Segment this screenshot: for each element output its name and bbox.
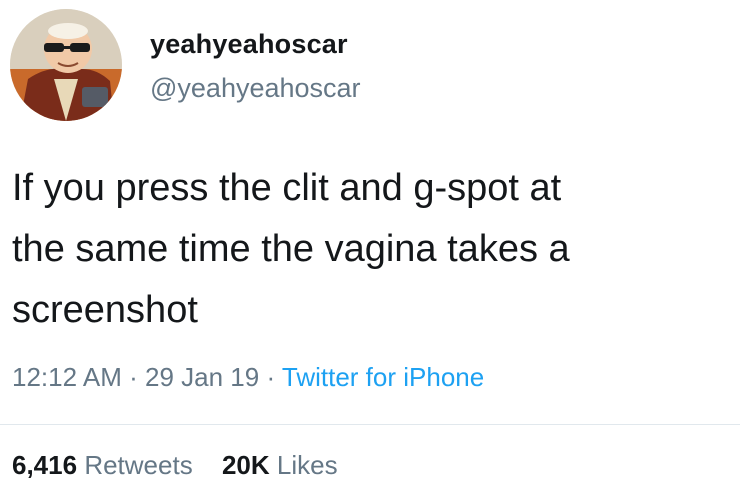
likes-stat[interactable]: 20K Likes	[222, 450, 338, 480]
tweet-date[interactable]: 29 Jan 19	[145, 362, 259, 392]
retweets-label: Retweets	[84, 450, 193, 480]
likes-count: 20K	[221, 450, 270, 480]
tweet-text: If you press the clit and g-spot at the …	[12, 158, 732, 341]
tweet-source-link[interactable]: Twitter for iPhone	[282, 362, 484, 392]
tweet-text-line: If you press the clit and g-spot at	[12, 167, 562, 209]
user-handle[interactable]: @yeahyeahoscar	[150, 73, 361, 104]
meta-separator: ·	[266, 362, 276, 392]
tweet-text-line: screenshot	[12, 289, 198, 331]
tweet-meta: 12:12 AM · 29 Jan 19 · Twitter for iPhon…	[12, 362, 484, 393]
retweets-stat[interactable]: 6,416 Retweets	[12, 450, 200, 480]
tweet-time[interactable]: 12:12 AM	[12, 362, 122, 392]
display-name[interactable]: yeahyeahoscar	[150, 29, 348, 60]
divider	[0, 424, 740, 425]
likes-label: Likes	[276, 450, 338, 480]
avatar[interactable]	[10, 9, 122, 121]
tweet-text-line: the same time the vagina takes a	[12, 228, 570, 270]
avatar-image	[10, 9, 122, 121]
tweet-card: yeahyeahoscar @yeahyeahoscar If you pres…	[0, 0, 740, 499]
retweets-count: 6,416	[12, 450, 78, 480]
tweet-stats: 6,416 Retweets 20K Likes	[12, 450, 338, 481]
meta-separator: ·	[129, 362, 138, 392]
